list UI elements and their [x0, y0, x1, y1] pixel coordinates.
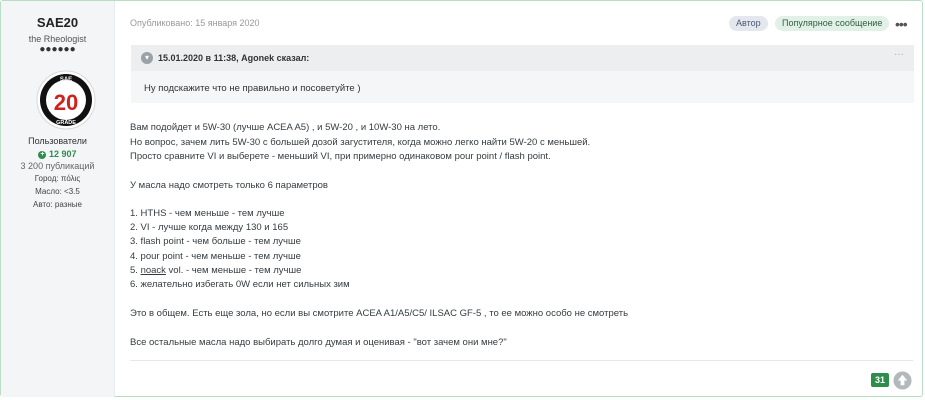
- post-list-item: 1. HTHS - чем меньше - тем лучше: [130, 208, 285, 219]
- avatar-top-text: SAE: [60, 77, 72, 83]
- list-item-prefix: 5.: [130, 265, 141, 276]
- plus-circle-icon: +: [38, 150, 47, 159]
- quote-text: Ну подскажите что не правильно и посовет…: [144, 83, 361, 94]
- avatar[interactable]: SAE 20 GRADE: [36, 70, 96, 130]
- upvote-icon[interactable]: [893, 371, 912, 390]
- author-badge: Автор: [729, 16, 768, 31]
- quote-options-icon[interactable]: ···: [894, 49, 904, 60]
- quote-block: ▾ 15.01.2020 в 11:38, Agonek сказал: ···…: [131, 45, 914, 103]
- author-field-city: Город: πόλις: [34, 174, 81, 183]
- post-line: Все остальные масла надо выбирать долго …: [130, 337, 507, 348]
- post-divider: [130, 360, 913, 361]
- rank-pips: ●●●●●●: [39, 44, 76, 55]
- quote-citation[interactable]: 15.01.2020 в 11:38, Agonek сказал:: [158, 53, 309, 63]
- author-field-oil: Масло: <3.5: [35, 187, 80, 196]
- author-panel: SAE20 the Rheologist ●●●●●● SAE 20 GRADE…: [1, 1, 115, 397]
- post-line: Это в общем. Есть еще зола, но если вы с…: [130, 308, 629, 319]
- popular-post-badge: Популярное сообщение: [775, 16, 890, 31]
- post-line: Вам подойдет и 5W-30 (лучше ACEA A5) , и…: [130, 122, 441, 133]
- noack-link[interactable]: noack: [141, 265, 166, 276]
- quote-header: ▾ 15.01.2020 в 11:38, Agonek сказал: ···: [131, 45, 914, 71]
- author-name[interactable]: SAE20: [1, 15, 114, 30]
- post-list-item: 5. noack vol. - чем меньше - тем лучше: [130, 265, 301, 276]
- more-options-icon[interactable]: •••: [895, 16, 908, 32]
- author-group: Пользователи: [28, 136, 87, 146]
- reputation-badge[interactable]: + 12 907: [1, 149, 114, 159]
- post-line: Просто сравните VI и выберете - меньший …: [130, 151, 551, 162]
- avatar-number: 20: [54, 90, 78, 115]
- post-list-item: 4. pour point - чем меньше - тем лучше: [130, 251, 301, 262]
- post-list-item: 2. VI - лучше когда между 130 и 165: [130, 222, 289, 233]
- avatar-bottom-text: GRADE: [56, 120, 76, 126]
- post-line: У масла надо смотреть только 6 параметро…: [130, 180, 328, 191]
- post-list-item: 3. flash point - чем больше - тем лучше: [130, 236, 301, 247]
- reputation-value: 12 907: [48, 149, 77, 159]
- list-item-suffix: vol. - чем меньше - тем лучше: [165, 265, 302, 276]
- reaction-count[interactable]: 31: [871, 373, 889, 387]
- post-card: SAE20 the Rheologist ●●●●●● SAE 20 GRADE…: [0, 0, 923, 397]
- post-line: Но вопрос, зачем лить 5W-30 с большей до…: [130, 137, 591, 148]
- post-list-item: 6. желательно избегать 0W если нет сильн…: [130, 279, 350, 290]
- chevron-down-icon[interactable]: ▾: [141, 52, 153, 64]
- author-field-car: Авто: разные: [33, 200, 82, 209]
- author-title: the Rheologist: [28, 34, 87, 44]
- post-count: 3 200 публикаций: [20, 161, 95, 171]
- post-date[interactable]: Опубликовано: 15 января 2020: [130, 18, 260, 28]
